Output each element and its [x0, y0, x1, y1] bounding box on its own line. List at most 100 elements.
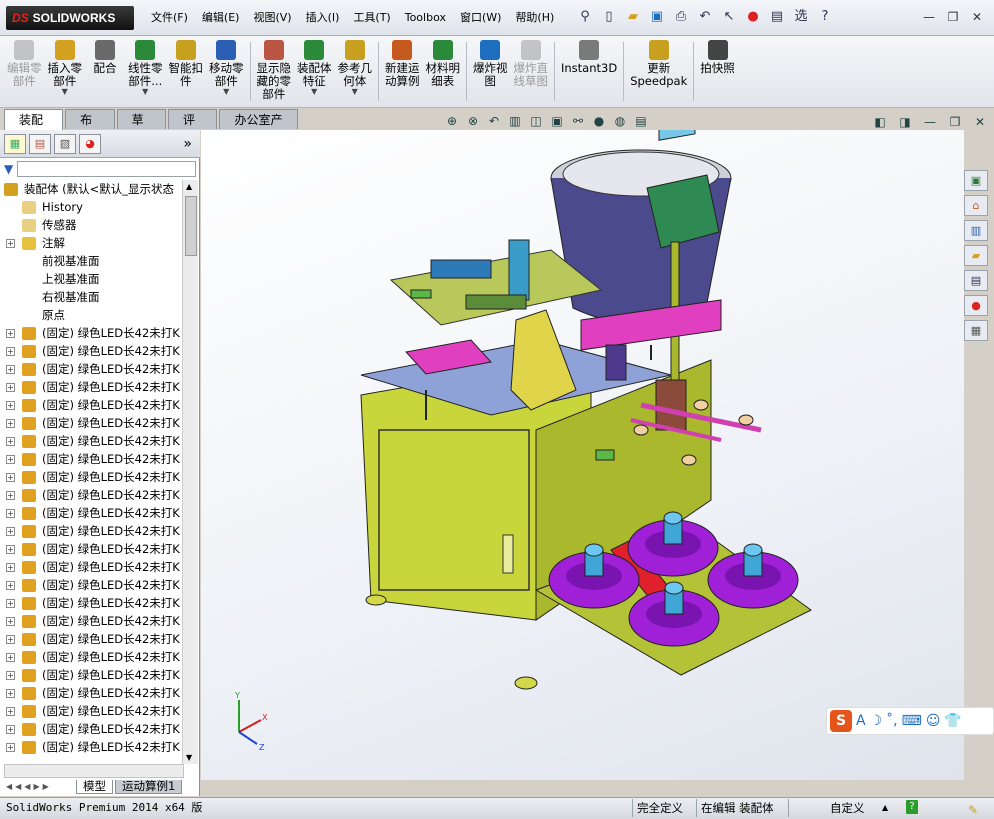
options-icon[interactable]: 选 — [792, 8, 810, 26]
home-icon[interactable]: ⌂ — [964, 195, 988, 216]
rebuild-icon[interactable]: ✎ — [968, 800, 978, 819]
expand-icon[interactable]: + — [6, 365, 15, 374]
tree-item[interactable]: + (固定) 绿色LED长42未打K — [0, 450, 182, 468]
hide-show-items-icon[interactable]: ⚯ — [570, 113, 586, 129]
dropdown-caret-icon[interactable]: ▼ — [142, 88, 148, 96]
expand-icon[interactable]: + — [6, 653, 15, 662]
cmd-linear-pattern-button[interactable]: 线性零 部件... ▼ — [125, 38, 166, 105]
cmd-insert-component-button[interactable]: 插入零 部件 ▼ — [45, 38, 86, 105]
menu-6[interactable]: 窗口(W) — [453, 8, 508, 28]
tree-item[interactable]: + (固定) 绿色LED长42未打K — [0, 612, 182, 630]
bottom-tab-1[interactable]: 运动算例1 — [115, 780, 183, 794]
menu-0[interactable]: 文件(F) — [144, 8, 195, 28]
close-icon[interactable]: ✕ — [968, 8, 986, 26]
expand-icon[interactable]: + — [6, 491, 15, 500]
tree-item[interactable]: + (固定) 绿色LED长42未打K — [0, 576, 182, 594]
tree-item[interactable]: History — [0, 198, 182, 216]
tree-scroll-thumb[interactable] — [185, 196, 197, 256]
solidworks-resources-icon[interactable]: ▣ — [964, 170, 988, 191]
ime-mode-icon[interactable]: A — [856, 713, 866, 729]
expand-icon[interactable]: + — [6, 509, 15, 518]
solidworks-logo[interactable]: DS SOLIDWORKS — [6, 6, 134, 30]
view-orientation-icon[interactable]: ◫ — [528, 113, 544, 129]
design-library-icon[interactable]: ▥ — [964, 220, 988, 241]
menu-7[interactable]: 帮助(H) — [508, 8, 561, 28]
filter-icon[interactable]: ▼ — [4, 162, 13, 176]
ime-skin-icon[interactable]: 👕 — [944, 713, 961, 729]
viewport-minimize-icon[interactable]: — — [922, 114, 938, 130]
tree-item[interactable]: + (固定) 绿色LED长42未打K — [0, 648, 182, 666]
tree-item[interactable]: + (固定) 绿色LED长42未打K — [0, 360, 182, 378]
assembly-model-view[interactable]: Y X Z — [201, 107, 964, 780]
dropdown-caret-icon[interactable]: ▼ — [223, 88, 229, 96]
graphics-area[interactable]: Y X Z — [201, 107, 964, 780]
tree-item[interactable]: + (固定) 绿色LED长42未打K — [0, 468, 182, 486]
expand-icon[interactable]: + — [6, 581, 15, 590]
expand-icon[interactable]: + — [6, 599, 15, 608]
cmd-reference-geometry-button[interactable]: 参考几 何体 ▼ — [335, 38, 376, 105]
scroll-up-icon[interactable]: ▲ — [186, 182, 192, 191]
zoom-to-area-icon[interactable]: ⊗ — [465, 113, 481, 129]
tree-item[interactable]: 传感器 — [0, 216, 182, 234]
ime-punctuation-icon[interactable]: ☽ — [870, 713, 883, 729]
ime-user-icon[interactable]: ☺ — [926, 713, 941, 729]
previous-view-icon[interactable]: ↶ — [486, 113, 502, 129]
tree-item[interactable]: + (固定) 绿色LED长42未打K — [0, 630, 182, 648]
new-document-icon[interactable]: ▯ — [600, 8, 618, 26]
expand-icon[interactable]: + — [6, 635, 15, 644]
cmd-move-component-button[interactable]: 移动零 部件 ▼ — [206, 38, 247, 105]
expand-icon[interactable]: + — [6, 437, 15, 446]
expand-icon[interactable]: + — [6, 527, 15, 536]
featuremanager-tab[interactable]: ▦ — [4, 134, 26, 154]
cmd-mate-button[interactable]: 配合 — [85, 38, 125, 105]
status-units[interactable]: 自定义 — [826, 799, 865, 817]
tree-item[interactable]: 原点 — [0, 306, 182, 324]
tree-item[interactable]: + (固定) 绿色LED长42未打K — [0, 432, 182, 450]
cmd-explode-line-sketch-button[interactable]: 爆炸直 线草图 — [511, 38, 552, 105]
appearances-icon[interactable]: ● — [964, 295, 988, 316]
viewport-tile-icon[interactable]: ◨ — [897, 114, 913, 130]
sogou-ime-logo[interactable]: S — [830, 710, 852, 732]
view-settings-icon[interactable]: ▤ — [633, 113, 649, 129]
tree-item[interactable]: + (固定) 绿色LED长42未打K — [0, 414, 182, 432]
tree-item[interactable]: + (固定) 绿色LED长42未打K — [0, 594, 182, 612]
help-icon[interactable]: ? — [906, 800, 918, 814]
rebuild-traffic-light-icon[interactable]: ● — [744, 8, 762, 26]
ime-keyboard-icon[interactable]: ⌨ — [902, 713, 922, 729]
menu-2[interactable]: 视图(V) — [246, 8, 298, 28]
file-explorer-icon[interactable]: ▰ — [964, 245, 988, 266]
tree-item[interactable]: + (固定) 绿色LED长42未打K — [0, 522, 182, 540]
scroll-down-icon[interactable]: ▼ — [186, 753, 192, 762]
units-caret-icon[interactable]: ▲ — [882, 798, 888, 818]
save-icon[interactable]: ▣ — [648, 8, 666, 26]
dropdown-caret-icon[interactable]: ▼ — [62, 88, 68, 96]
expand-icon[interactable]: + — [6, 401, 15, 410]
apply-scene-icon[interactable]: ◍ — [612, 113, 628, 129]
tab-3[interactable]: 评估 — [168, 109, 218, 147]
tree-item[interactable]: + (固定) 绿色LED长42未打K — [0, 342, 182, 360]
file-properties-icon[interactable]: ▤ — [768, 8, 786, 26]
tree-item[interactable]: + (固定) 绿色LED长42未打K — [0, 738, 182, 756]
configurationmanager-tab[interactable]: ▧ — [54, 134, 76, 154]
restore-icon[interactable]: ❐ — [944, 8, 962, 26]
collapse-panel-button[interactable]: » — [183, 134, 196, 153]
expand-icon[interactable]: + — [6, 617, 15, 626]
expand-icon[interactable]: + — [6, 383, 15, 392]
viewport-split-icon[interactable]: ◧ — [872, 114, 888, 130]
cmd-speedpak-button[interactable]: 更新 Speedpak — [627, 38, 690, 105]
tree-item[interactable]: + (固定) 绿色LED长42未打K — [0, 378, 182, 396]
tree-item[interactable]: + (固定) 绿色LED长42未打K — [0, 702, 182, 720]
expand-icon[interactable]: + — [6, 725, 15, 734]
tree-item[interactable]: + (固定) 绿色LED长42未打K — [0, 504, 182, 522]
expand-icon[interactable]: + — [6, 563, 15, 572]
menu-3[interactable]: 插入(I) — [299, 8, 347, 28]
tree-item[interactable]: + 注解 — [0, 234, 182, 252]
ime-symbol-icon[interactable]: ˚, — [886, 713, 897, 729]
propertymanager-tab[interactable]: ▤ — [29, 134, 51, 154]
pin-icon[interactable]: ⚲ — [576, 8, 594, 26]
edit-appearance-icon[interactable]: ● — [591, 113, 607, 129]
expand-icon[interactable]: + — [6, 473, 15, 482]
tree-vertical-scrollbar[interactable]: ▲ ▼ — [182, 180, 198, 764]
open-folder-icon[interactable]: ▰ — [624, 8, 642, 26]
tab-0[interactable]: 装配体 — [4, 109, 64, 147]
